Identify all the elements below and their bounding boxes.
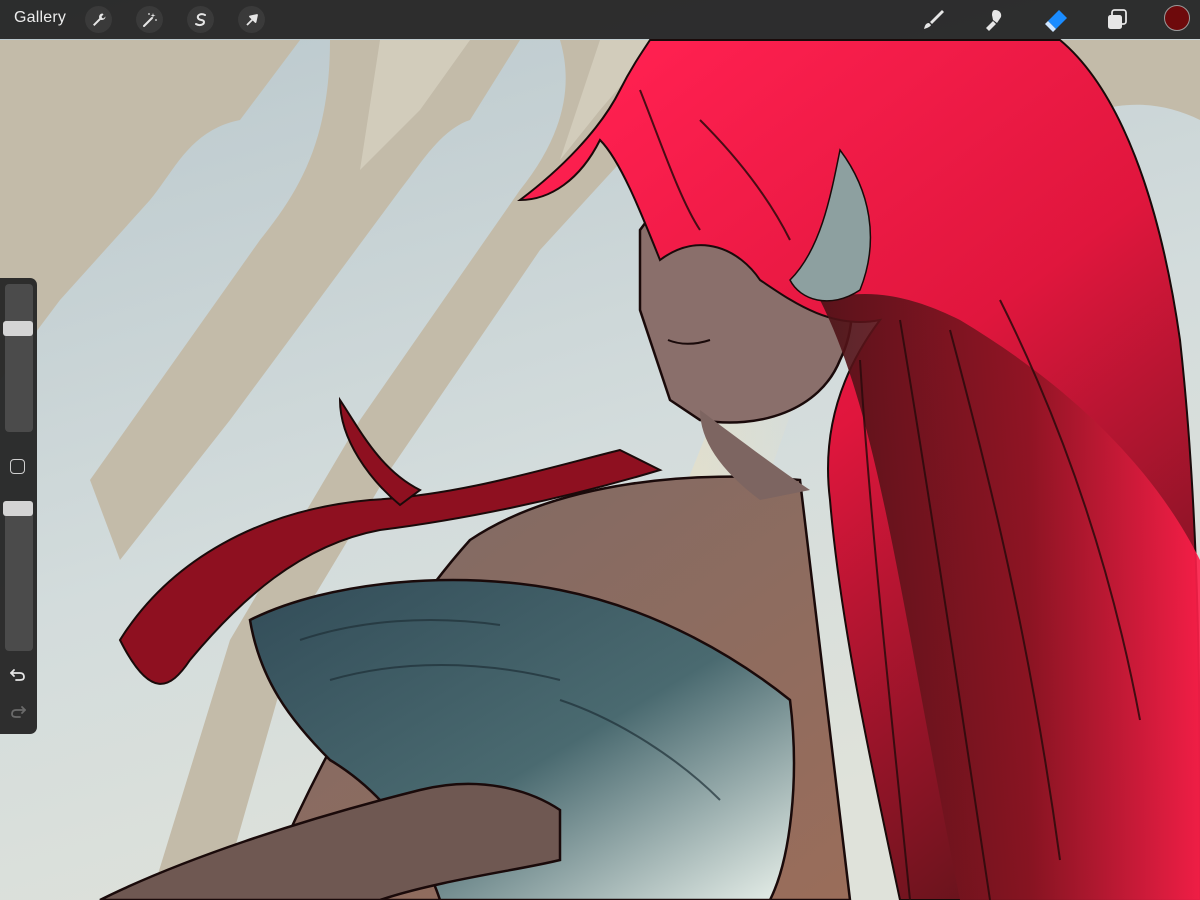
selection-button[interactable]: [187, 6, 214, 33]
artwork-canvas[interactable]: [0, 0, 1200, 900]
smudge-icon: [986, 10, 1002, 31]
opacity-thumb[interactable]: [3, 501, 33, 516]
brush-size-slider[interactable]: [3, 284, 33, 432]
brush-size-thumb[interactable]: [3, 321, 33, 336]
adjustments-button[interactable]: [136, 6, 163, 33]
color-picker-button[interactable]: [1164, 5, 1190, 31]
eraser-icon: [1045, 10, 1067, 32]
brush-icon: [924, 10, 944, 29]
smudge-tool-button[interactable]: [981, 7, 1007, 33]
undo-button[interactable]: [8, 665, 28, 685]
brush-tool-button[interactable]: [920, 7, 946, 33]
undo-icon: [10, 669, 25, 681]
eraser-tool-button[interactable]: [1043, 7, 1069, 33]
redo-icon: [11, 706, 26, 718]
opacity-slider[interactable]: [3, 501, 33, 651]
actions-button[interactable]: [85, 6, 112, 33]
left-sidebar: [0, 278, 37, 734]
gallery-button[interactable]: Gallery: [14, 9, 66, 27]
redo-button[interactable]: [8, 702, 28, 722]
top-toolbar: Gallery: [0, 0, 1200, 39]
layers-icon: [1108, 9, 1127, 29]
selection-s-icon: [194, 12, 206, 26]
arrow-cursor-icon: [245, 13, 258, 26]
wrench-icon: [92, 13, 105, 26]
magic-wand-icon: [142, 12, 157, 27]
layers-button[interactable]: [1104, 7, 1130, 33]
transform-button[interactable]: [238, 6, 265, 33]
modify-button[interactable]: [10, 459, 25, 474]
